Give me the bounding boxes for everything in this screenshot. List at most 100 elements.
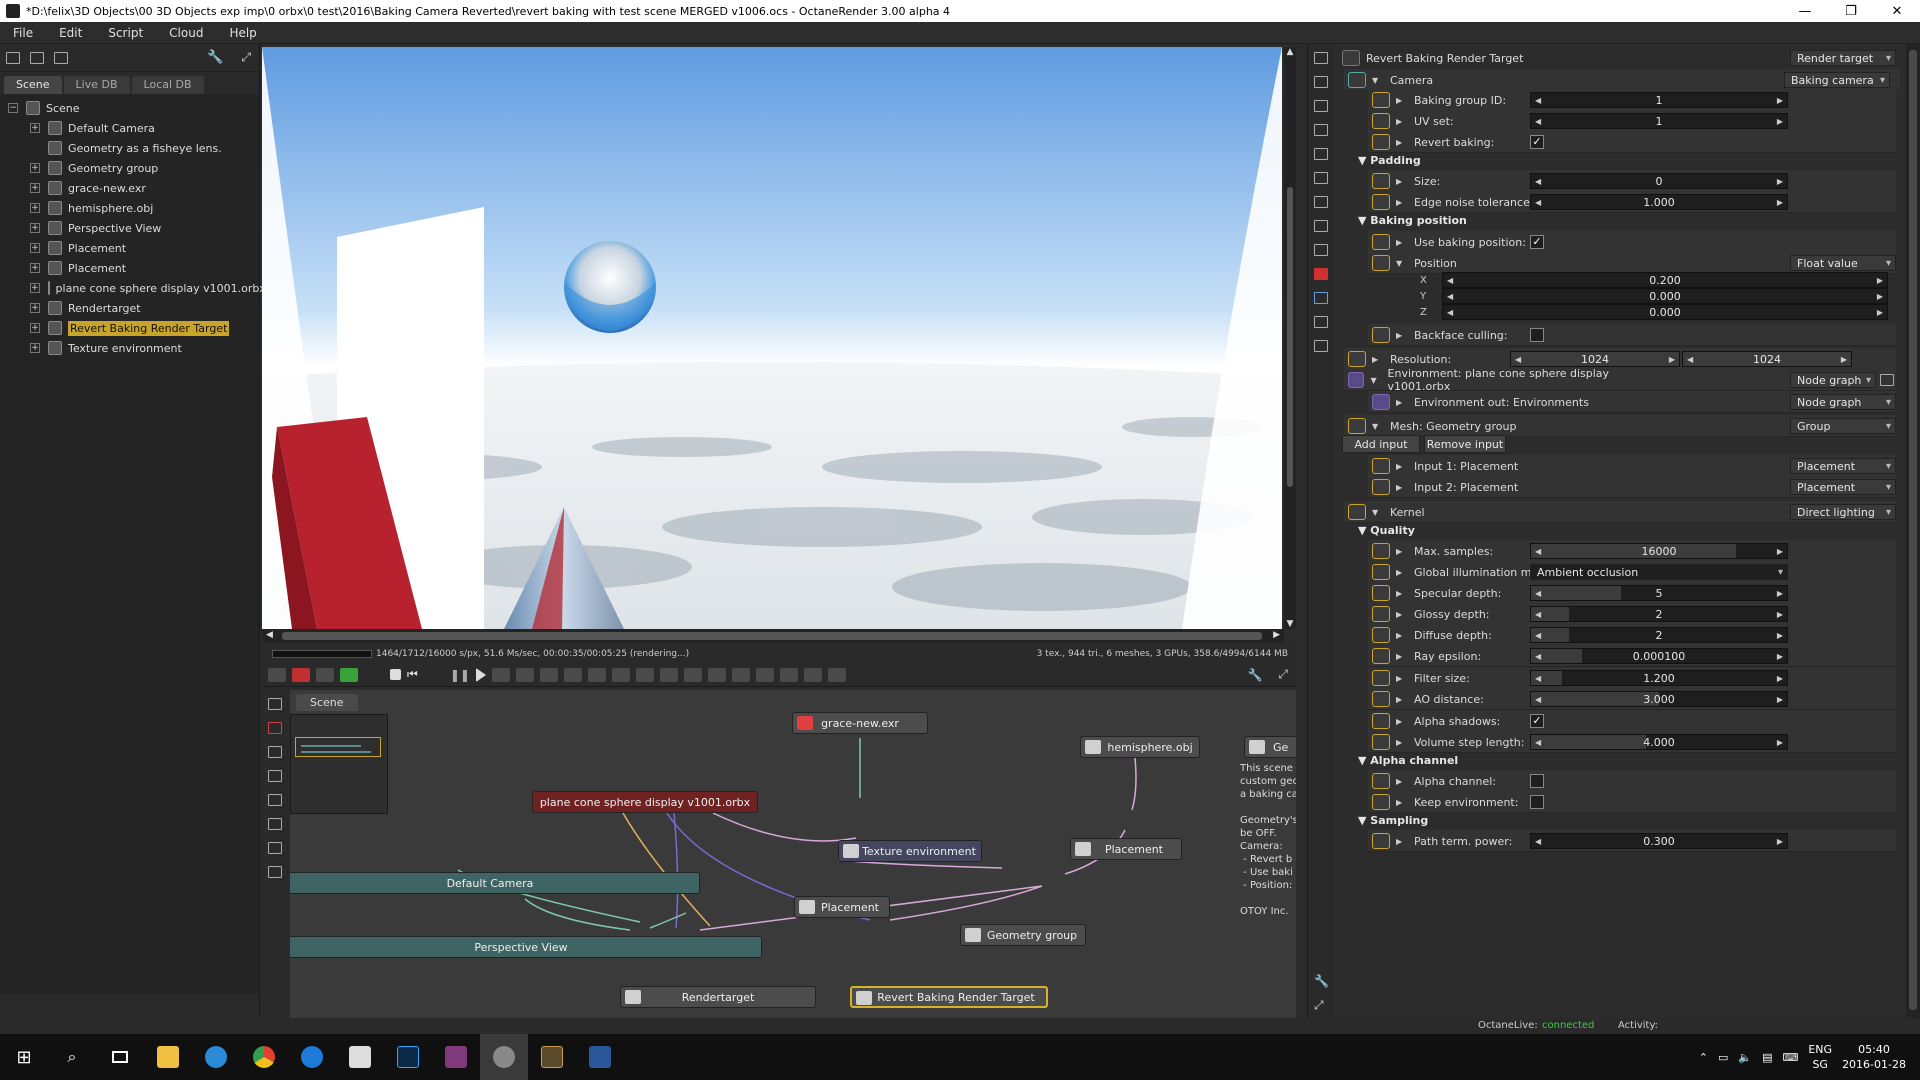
- backface-culling-row[interactable]: ▶ Backface culling:: [1372, 325, 1672, 345]
- node-revert-baking-render-target[interactable]: Revert Baking Render Target: [850, 986, 1048, 1008]
- decrement-arrow-icon[interactable]: ◀: [1687, 355, 1693, 364]
- fullscreen-icon[interactable]: ⤢: [241, 50, 251, 65]
- tree-item[interactable]: + Texture environment: [0, 338, 259, 358]
- sync-icon[interactable]: [54, 51, 68, 64]
- taskbar-photoshop[interactable]: [384, 1034, 432, 1080]
- decrement-arrow-icon[interactable]: ◀: [1447, 308, 1453, 317]
- environment-type-combo[interactable]: Node graph: [1790, 372, 1876, 388]
- collapsed-arrow-icon[interactable]: ▼: [1372, 508, 1382, 517]
- input-1-row[interactable]: ▶ Input 1: Placement: [1372, 456, 1672, 476]
- rp-tool-13-icon[interactable]: [1313, 340, 1328, 352]
- collapsed-arrow-icon[interactable]: ▶: [1372, 355, 1382, 364]
- collapsed-arrow-icon[interactable]: ▶: [1396, 674, 1406, 683]
- backface-culling-checkbox[interactable]: [1530, 328, 1544, 342]
- max-samples-field[interactable]: ◀ 16000 ▶: [1530, 543, 1788, 559]
- zoom-icon[interactable]: [659, 667, 678, 682]
- scroll-down-arrow-icon[interactable]: ▼: [1284, 619, 1296, 629]
- node-plane-cone-sphere-orbx[interactable]: plane cone sphere display v1001.orbx: [532, 791, 758, 813]
- revert-baking-row[interactable]: ▶ Revert baking:: [1372, 132, 1672, 152]
- properties-fullscreen-icon[interactable]: ⤢: [1314, 998, 1329, 1013]
- edge-noise-tolerance-field[interactable]: ◀ 1.000 ▶: [1530, 194, 1788, 210]
- region-icon[interactable]: [316, 667, 334, 682]
- misc-icon[interactable]: [827, 667, 846, 682]
- environment-out-row[interactable]: ▶ Environment out: Environments: [1372, 392, 1672, 412]
- tree-item[interactable]: + Placement: [0, 238, 259, 258]
- decrement-arrow-icon[interactable]: ◀: [1535, 652, 1541, 661]
- uv-set-field[interactable]: ◀ 1 ▶: [1530, 113, 1788, 129]
- diffuse-depth-field[interactable]: ◀ 2 ▶: [1530, 627, 1788, 643]
- language-indicator[interactable]: ENG SG: [1808, 1042, 1832, 1072]
- glossy-depth-field[interactable]: ◀ 2 ▶: [1530, 606, 1788, 622]
- position-z-field[interactable]: ◀ 0.000 ▶: [1442, 304, 1888, 320]
- sampling-section[interactable]: ▼ Sampling: [1358, 814, 1428, 827]
- input-1-type-combo[interactable]: Placement: [1790, 458, 1896, 474]
- increment-arrow-icon[interactable]: ▶: [1777, 631, 1783, 640]
- collapsed-arrow-icon[interactable]: ▶: [1396, 738, 1406, 747]
- expand-icon[interactable]: +: [30, 163, 40, 173]
- rp-tool-4-icon[interactable]: [1313, 124, 1328, 136]
- picker-icon[interactable]: [707, 667, 726, 682]
- increment-arrow-icon[interactable]: ▶: [1777, 695, 1783, 704]
- close-button[interactable]: ✕: [1874, 0, 1920, 22]
- increment-arrow-icon[interactable]: ▶: [1777, 610, 1783, 619]
- tray-chevron-icon[interactable]: ⌃: [1699, 1051, 1708, 1064]
- minimize-button[interactable]: —: [1782, 0, 1828, 22]
- node-geometry-group[interactable]: Geometry group: [960, 924, 1086, 946]
- gi-mode-select[interactable]: Ambient occlusion: [1530, 564, 1788, 580]
- nodegraph-tab-scene[interactable]: Scene: [296, 694, 358, 711]
- collapse-tree-icon[interactable]: [30, 51, 44, 64]
- scroll-right-arrow-icon[interactable]: ▶: [1273, 630, 1280, 640]
- specular-depth-field[interactable]: ◀ 5 ▶: [1530, 585, 1788, 601]
- decrement-arrow-icon[interactable]: ◀: [1515, 355, 1521, 364]
- rp-tool-7-icon[interactable]: [1313, 196, 1328, 208]
- tool-c-icon[interactable]: [539, 667, 558, 682]
- rp-tool-12-icon[interactable]: [1313, 316, 1328, 328]
- ng-tool-4-icon[interactable]: [268, 770, 282, 782]
- expand-icon[interactable]: +: [30, 323, 40, 333]
- clock[interactable]: 05:40 2016-01-28: [1842, 1042, 1906, 1072]
- use-baking-position-checkbox[interactable]: ✓: [1530, 235, 1544, 249]
- expand-icon[interactable]: +: [30, 223, 40, 233]
- tree-item[interactable]: + Default Camera: [0, 118, 259, 138]
- alpha-channel-row[interactable]: ▶ Alpha channel:: [1372, 771, 1672, 791]
- increment-arrow-icon[interactable]: ▶: [1777, 652, 1783, 661]
- tree-item[interactable]: +Geometry as a fisheye lens.: [0, 138, 259, 158]
- rp-tool-3-icon[interactable]: [1313, 100, 1328, 112]
- collapsed-arrow-icon[interactable]: ▶: [1396, 547, 1406, 556]
- tree-item[interactable]: + grace-new.exr: [0, 178, 259, 198]
- decrement-arrow-icon[interactable]: ◀: [1535, 117, 1541, 126]
- ng-tool-8-icon[interactable]: [268, 866, 282, 878]
- tree-item[interactable]: + Placement: [0, 258, 259, 278]
- menu-file[interactable]: File: [0, 26, 46, 40]
- collapsed-arrow-icon[interactable]: ▼: [1370, 376, 1379, 385]
- expand-tree-icon[interactable]: [6, 51, 20, 64]
- expand-icon[interactable]: +: [30, 343, 40, 353]
- rp-tool-1-icon[interactable]: [1313, 52, 1328, 64]
- color-icon[interactable]: [340, 667, 358, 682]
- increment-arrow-icon[interactable]: ▶: [1777, 547, 1783, 556]
- collapsed-arrow-icon[interactable]: ▶: [1396, 331, 1406, 340]
- rp-tool-6-icon[interactable]: [1313, 172, 1328, 184]
- padding-size-field[interactable]: ◀ 0 ▶: [1530, 173, 1788, 189]
- decrement-arrow-icon[interactable]: ◀: [1447, 276, 1453, 285]
- collapsed-arrow-icon[interactable]: ▼: [1372, 422, 1382, 431]
- tree-item[interactable]: + hemisphere.obj: [0, 198, 259, 218]
- tree-item[interactable]: + plane cone sphere display v1001.orbx: [0, 278, 266, 298]
- tree-item[interactable]: + Geometry group: [0, 158, 259, 178]
- tab-local-db[interactable]: Local DB: [131, 76, 204, 94]
- increment-arrow-icon[interactable]: ▶: [1877, 276, 1883, 285]
- collapsed-arrow-icon[interactable]: ▶: [1396, 198, 1406, 207]
- tool-e-icon[interactable]: [587, 667, 606, 682]
- position-y-field[interactable]: ◀ 0.000 ▶: [1442, 288, 1888, 304]
- properties-wrench-icon[interactable]: 🔧: [1314, 974, 1329, 988]
- lock-icon[interactable]: [803, 667, 822, 682]
- viewport-vertical-scrollbar[interactable]: ▲ ▼: [1284, 47, 1296, 629]
- node-texture-environment[interactable]: Texture environment: [838, 840, 982, 862]
- taskbar-octane[interactable]: [480, 1034, 528, 1080]
- increment-arrow-icon[interactable]: ▶: [1777, 837, 1783, 846]
- ao-distance-field[interactable]: ◀ 3.000 ▶: [1530, 691, 1788, 707]
- expanded-arrow-icon[interactable]: ▼: [1372, 76, 1382, 85]
- tab-live-db[interactable]: Live DB: [63, 76, 130, 94]
- input-2-type-combo[interactable]: Placement: [1790, 479, 1896, 495]
- decrement-arrow-icon[interactable]: ◀: [1535, 738, 1541, 747]
